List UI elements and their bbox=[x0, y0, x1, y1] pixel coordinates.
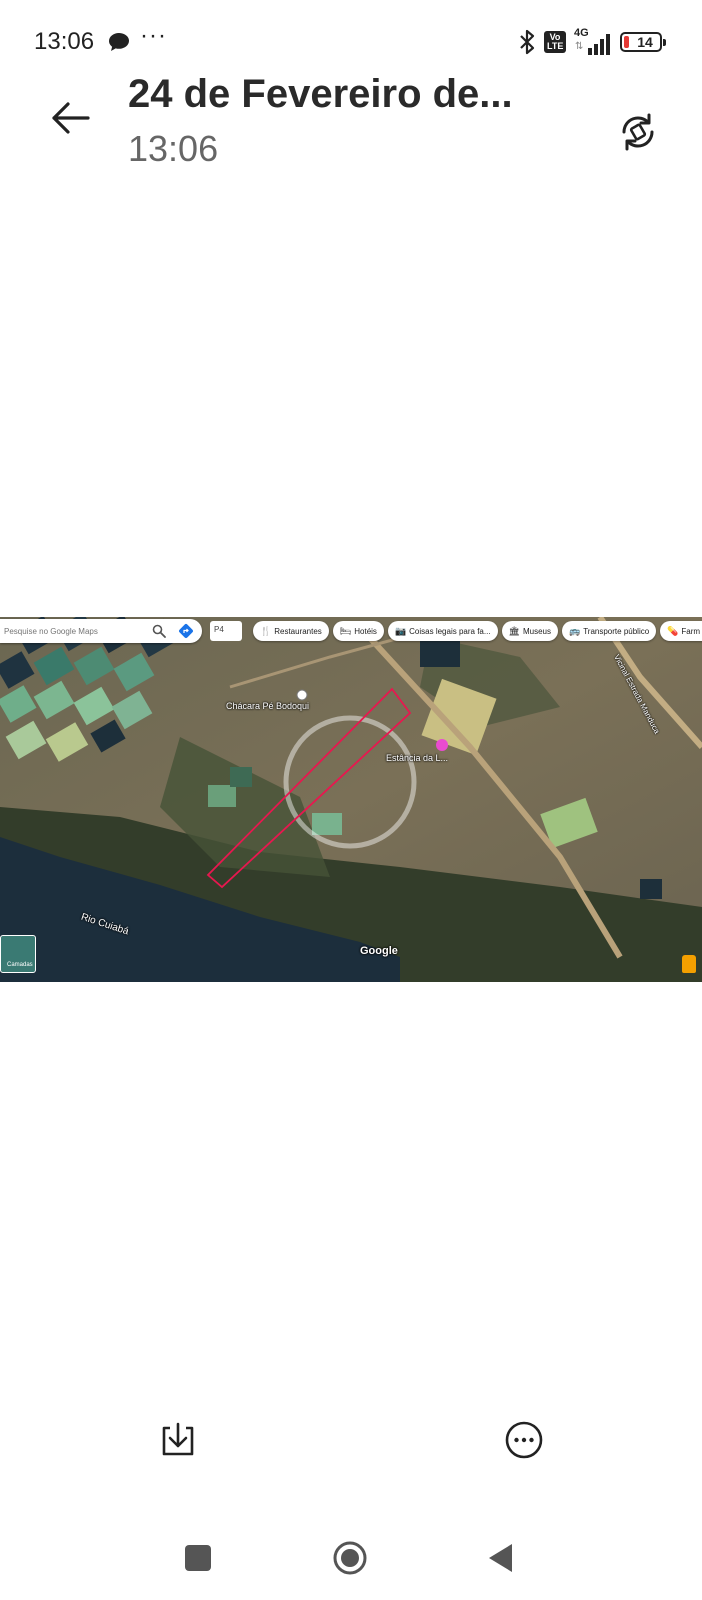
chip-label: Restaurantes bbox=[274, 626, 322, 636]
home-icon[interactable] bbox=[332, 1540, 368, 1576]
download-icon[interactable] bbox=[158, 1420, 198, 1460]
chip-label: Museus bbox=[522, 626, 551, 636]
bus-icon: 🚌 bbox=[568, 625, 581, 636]
map-layers-button[interactable]: Camadas bbox=[0, 935, 36, 973]
layers-label: Camadas bbox=[7, 962, 33, 968]
map-screenshot-image[interactable]: P4 🍴 Restaurantes 🛏 Hotéis 📷 Coisas lega… bbox=[0, 617, 702, 982]
bluetooth-icon bbox=[520, 29, 535, 55]
search-icon[interactable] bbox=[152, 624, 166, 638]
data-arrows-icon: ⇅ bbox=[575, 41, 584, 52]
chip-farmacia[interactable]: 💊 Farm › bbox=[660, 621, 702, 641]
battery-level: 14 bbox=[637, 34, 653, 50]
chip-label: Hotéis bbox=[354, 626, 377, 636]
more-options-icon[interactable] bbox=[504, 1420, 544, 1460]
volte-badge: Vo LTE bbox=[544, 31, 566, 53]
fork-knife-icon: 🍴 bbox=[260, 625, 272, 636]
map-search-input[interactable] bbox=[4, 626, 144, 636]
rotate-screen-icon[interactable] bbox=[616, 110, 660, 154]
bed-icon: 🛏 bbox=[339, 625, 352, 636]
google-attribution: Google bbox=[360, 945, 398, 957]
arrow-left-icon[interactable] bbox=[46, 94, 94, 142]
chip-label: Transporte público bbox=[583, 626, 650, 636]
pegman-icon[interactable] bbox=[682, 955, 696, 973]
chip-label: Farm bbox=[681, 626, 701, 636]
battery-icon: 14 bbox=[620, 32, 666, 52]
google-maps-search-bar[interactable] bbox=[0, 619, 202, 643]
battery-fill bbox=[624, 36, 629, 48]
signal-bars-icon bbox=[588, 34, 610, 55]
pharmacy-icon: 💊 bbox=[667, 625, 679, 636]
back-triangle-icon[interactable] bbox=[487, 1542, 515, 1574]
page-subtitle-time: 13:06 bbox=[128, 128, 219, 169]
museum-icon: 🏛 bbox=[508, 625, 520, 636]
status-overflow: ··· bbox=[140, 22, 167, 49]
place-label-estancia[interactable]: Estância da L... bbox=[386, 753, 448, 763]
chip-label: Coisas legais para fa... bbox=[409, 626, 491, 636]
chip-transporte[interactable]: 🚌 Transporte público bbox=[561, 621, 657, 641]
chip-museus[interactable]: 🏛 Museus bbox=[501, 621, 558, 641]
chip-restaurantes[interactable]: 🍴 Restaurantes bbox=[253, 621, 329, 641]
network-indicator: 4G ⇅ bbox=[574, 27, 612, 55]
map-p4-button[interactable]: P4 bbox=[210, 621, 242, 641]
camera-icon: 📷 bbox=[394, 625, 407, 636]
chip-coisas-legais[interactable]: 📷 Coisas legais para fa... bbox=[387, 621, 498, 641]
status-time: 13:06 bbox=[34, 28, 95, 55]
chip-hoteis[interactable]: 🛏 Hotéis bbox=[332, 621, 384, 641]
directions-icon[interactable] bbox=[178, 623, 194, 639]
chat-bubble-icon bbox=[109, 33, 129, 51]
status-icons: Vo LTE 4G ⇅ 14 bbox=[518, 27, 666, 56]
recent-apps-icon[interactable] bbox=[185, 1545, 211, 1571]
map-category-chips: 🍴 Restaurantes 🛏 Hotéis 📷 Coisas legais … bbox=[253, 621, 702, 641]
place-label-chacara[interactable]: Chácara Pé Bodoqui bbox=[226, 701, 309, 711]
page-title: 24 de Fevereiro de... bbox=[128, 72, 513, 116]
